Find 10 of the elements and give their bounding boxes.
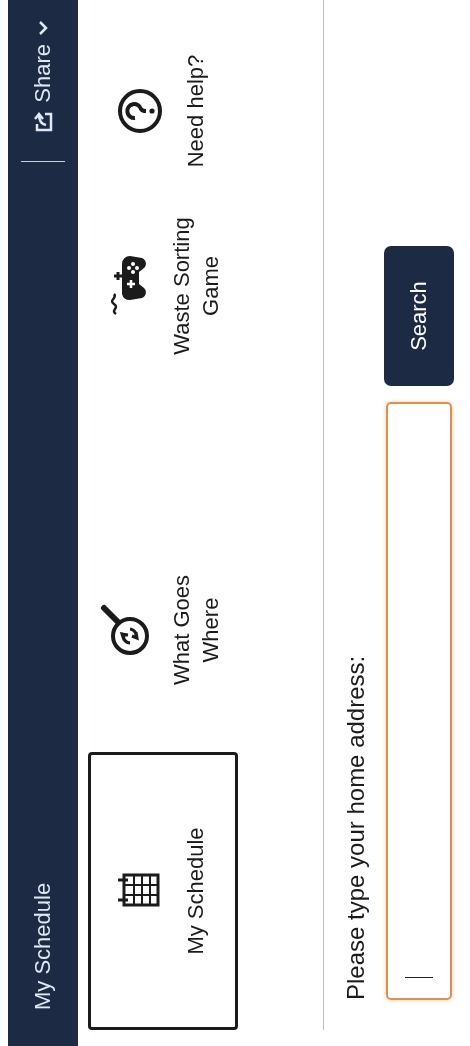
- nav-tile[interactable]: My Schedule: [88, 752, 238, 1030]
- share-icon: [32, 110, 54, 133]
- address-field[interactable]: [386, 402, 452, 1000]
- search-button[interactable]: Search: [384, 246, 454, 386]
- share-button[interactable]: Share: [30, 20, 56, 133]
- address-label: Please type your home address:: [342, 654, 370, 1000]
- help-icon: [115, 87, 164, 135]
- recycle-magnifier-icon: [100, 602, 151, 658]
- chevron-down-icon: [37, 20, 49, 36]
- page-title: My Schedule: [30, 882, 56, 1010]
